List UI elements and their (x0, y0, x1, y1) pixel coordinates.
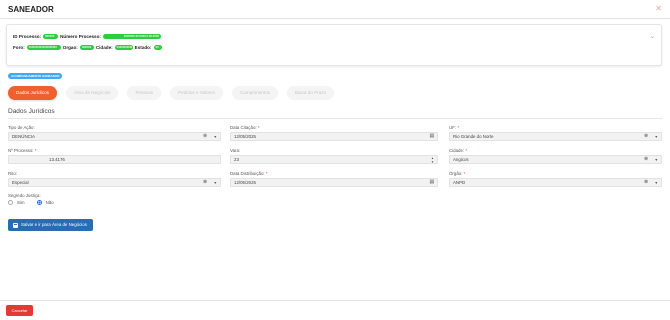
process-info-row-2: Foro: 000000000000000000 Orgao: 000000 C… (13, 45, 162, 50)
foro-label: Foro: (13, 45, 25, 50)
calendar-icon[interactable]: ▤ (429, 179, 434, 187)
orgao-label: Orgao: (62, 45, 78, 50)
orgao-value: 000000 (79, 45, 94, 50)
tipo-acao-select[interactable]: DENÚNCIA ⊗ ▼ (8, 132, 221, 141)
numero-processo-field-label: Nº Processo: * (8, 148, 37, 153)
rito-value: Especial (12, 180, 29, 185)
tab-baixa-do-prazo[interactable]: Baixa do Prazo (286, 86, 335, 100)
uf-select[interactable]: Rio Grande do Norte ⊗ ▼ (449, 132, 662, 141)
header-divider (0, 18, 670, 19)
cidade-select[interactable]: Angicos ⊗ ▼ (449, 155, 662, 164)
radio-nao-label: Não (45, 200, 54, 205)
estado-label: Estado: (134, 45, 152, 50)
clear-icon[interactable]: ⊗ (644, 133, 648, 141)
cidade-field: Cidade: * Angicos ⊗ ▼ (449, 148, 662, 164)
id-processo-value: 000000 (43, 34, 59, 39)
vara-value: 23 (234, 157, 239, 162)
calendar-icon[interactable]: ▤ (429, 133, 434, 141)
data-citacao-label: Data Citação: * (230, 125, 260, 130)
acompanhamento-badge: ACOMPANHAMENTO SANEADOR (8, 73, 63, 79)
orgao-field-value: ANPD (453, 180, 466, 185)
data-distribuicao-label: Data Distribuição: * (230, 171, 268, 176)
clear-icon[interactable]: ⊗ (644, 179, 648, 187)
save-button[interactable]: Salvar e ir para Área de Negócios (8, 219, 93, 231)
tipo-acao-label: Tipo de Ação: (8, 125, 35, 130)
close-icon[interactable]: ✕ (655, 4, 662, 13)
caret-down-icon[interactable]: ▼ (654, 156, 658, 164)
clear-icon[interactable]: ⊗ (644, 156, 648, 164)
tab-dados-juridicos[interactable]: Dados Jurídicos (8, 86, 57, 100)
rito-label: Rito: (8, 171, 18, 176)
modal-title: SANEADOR (8, 5, 54, 14)
data-citacao-value: 12/05/2025 (234, 134, 256, 139)
numero-processo-field: Nº Processo: * 13.4176 (8, 148, 221, 164)
segredo-label: Segredo Justiça: (8, 193, 41, 198)
uf-value: Rio Grande do Norte (453, 134, 494, 139)
tipo-acao-value: DENÚNCIA (12, 134, 35, 139)
numero-processo-input-value: 13.4176 (49, 157, 65, 162)
caret-down-icon[interactable]: ▼ (654, 179, 658, 187)
chevron-down-icon[interactable]: ⌄ (650, 33, 655, 40)
data-citacao-input[interactable]: 12/05/2025 ▤ (230, 132, 438, 141)
vara-label: Vara: (230, 148, 241, 153)
cidade-label: Cidade: (95, 45, 113, 50)
saneador-modal: SANEADOR ✕ ID Processo: 000000 Número Pr… (0, 0, 670, 320)
data-citacao-field: Data Citação: * 12/05/2025 ▤ (230, 125, 438, 141)
stepper-icon[interactable]: ▲ ▼ (431, 156, 434, 164)
tab-cumprimentos[interactable]: Cumprimentos (232, 86, 278, 100)
caret-down-icon[interactable]: ▼ (213, 179, 217, 187)
tab-pedidos-e-valores[interactable]: Pedidos e Valores (170, 86, 224, 100)
tab-area-de-negocios[interactable]: Área de Negócios (65, 86, 119, 100)
orgao-field: Órgão: * ANPD ⊗ ▼ (449, 171, 662, 187)
cidade-value: 0000000000 (114, 45, 133, 50)
radio-sim-label: Sim (17, 200, 25, 205)
orgao-select[interactable]: ANPD ⊗ ▼ (449, 178, 662, 187)
tab-bar: Dados Jurídicos Área de Negócios Pessoas… (8, 86, 335, 100)
process-info-card: ID Processo: 000000 Número Processo: 000… (6, 24, 662, 66)
save-button-label: Salvar e ir para Área de Negócios (21, 222, 87, 227)
section-title: Dados Jurídicos (8, 108, 55, 115)
rito-select[interactable]: Especial ⊗ ▼ (8, 178, 221, 187)
foro-value: 000000000000000000 (26, 45, 61, 50)
radio-sim[interactable] (8, 200, 13, 205)
numero-processo-label: Número Processo: (60, 34, 101, 39)
footer-divider (0, 300, 670, 301)
caret-down-icon[interactable]: ▼ (654, 133, 658, 141)
cancel-button[interactable]: Cancelar (6, 305, 33, 316)
clear-icon[interactable]: ⊗ (203, 179, 207, 187)
estado-value: 00 (153, 45, 162, 50)
section-divider (8, 118, 662, 119)
process-info-row-1: ID Processo: 000000 Número Processo: 000… (13, 34, 161, 39)
data-distribuicao-input[interactable]: 12/05/2025 ▤ (230, 178, 438, 187)
vara-input[interactable]: 23 ▲ ▼ (230, 155, 438, 164)
clear-icon[interactable]: ⊗ (203, 133, 207, 141)
data-distribuicao-field: Data Distribuição: * 12/05/2025 ▤ (230, 171, 438, 187)
uf-field: UF: * Rio Grande do Norte ⊗ ▼ (449, 125, 662, 141)
segredo-radio-group: Sim Não (8, 200, 54, 205)
caret-down-icon[interactable]: ▼ (213, 133, 217, 141)
tipo-acao-field: Tipo de Ação: DENÚNCIA ⊗ ▼ (8, 125, 221, 141)
id-processo-label: ID Processo: (13, 34, 42, 39)
data-distribuicao-value: 12/05/2025 (234, 180, 256, 185)
rito-field: Rito: Especial ⊗ ▼ (8, 171, 221, 187)
uf-label: UF: * (449, 125, 460, 130)
save-icon (13, 222, 18, 228)
numero-processo-input[interactable]: 13.4176 (8, 155, 221, 164)
radio-nao[interactable] (36, 200, 42, 205)
vara-field: Vara: 23 ▲ ▼ (230, 148, 438, 164)
numero-processo-value: 0000000-00.0000.0.00.0000 (102, 34, 161, 39)
tab-pessoas[interactable]: Pessoas (127, 86, 162, 100)
orgao-field-label: Órgão: * (449, 171, 466, 176)
cidade-field-label: Cidade: * (449, 148, 468, 153)
cidade-field-value: Angicos (453, 157, 469, 162)
